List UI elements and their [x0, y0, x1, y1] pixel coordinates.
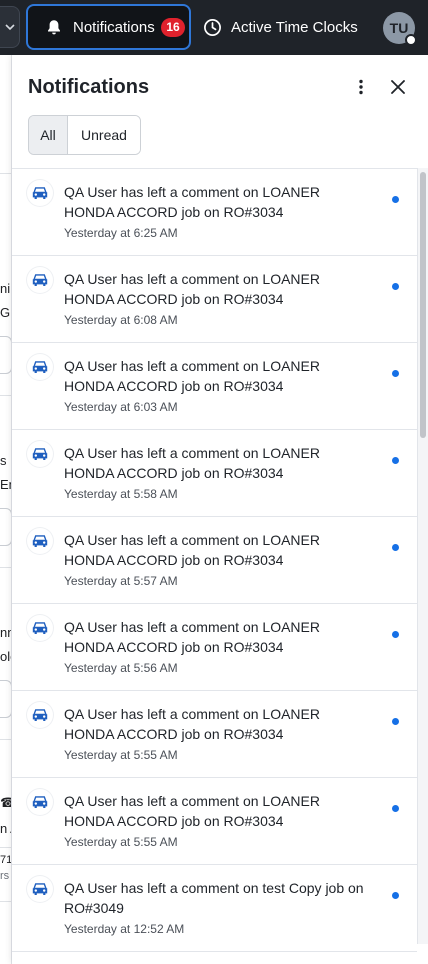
active-time-clocks-label: Active Time Clocks: [231, 18, 358, 36]
unread-indicator: [392, 718, 399, 725]
unread-indicator: [392, 631, 399, 638]
unread-indicator: [392, 457, 399, 464]
divider: [0, 739, 11, 740]
notification-item[interactable]: QA User has left a comment on LOANER HON…: [12, 256, 417, 343]
notification-item[interactable]: QA User has left a comment on LOANER HON…: [12, 778, 417, 865]
notification-time: Yesterday at 6:08 AM: [64, 313, 178, 327]
background-field: [0, 336, 11, 374]
car-icon: [27, 528, 53, 554]
notification-time: Yesterday at 12:52 AM: [64, 922, 185, 936]
car-icon: [27, 702, 53, 728]
background-field: [0, 680, 11, 718]
background-text: ole: [0, 649, 11, 664]
notification-time: Yesterday at 5:55 AM: [64, 748, 178, 762]
background-text: Em: [0, 477, 11, 492]
unread-indicator: [392, 544, 399, 551]
background-text: n A: [0, 821, 11, 836]
divider: [0, 173, 11, 174]
notification-filter: All Unread: [28, 115, 141, 155]
background-text: Gr: [0, 305, 11, 320]
notification-message: QA User has left a comment on LOANER HON…: [64, 271, 320, 307]
notification-item[interactable]: QA User has left a comment on LOANER HON…: [12, 169, 417, 256]
scrollbar[interactable]: [417, 168, 428, 944]
top-bar: Notifications 16 Active Time Clocks TU: [0, 0, 428, 55]
notification-item[interactable]: QA User has left a comment on LOANER HON…: [12, 430, 417, 517]
notifications-button[interactable]: Notifications 16: [26, 4, 191, 50]
background-page: nim Gr s Em nm ole ☎ n A 71 rs: [0, 55, 12, 964]
notification-item[interactable]: QA User has left a comment on LOANER HON…: [12, 691, 417, 778]
car-icon: [27, 441, 53, 467]
panel-title: Notifications: [28, 76, 150, 98]
car-icon: [27, 180, 53, 206]
close-icon: [391, 80, 405, 94]
background-text: s: [0, 453, 7, 468]
notification-time: Yesterday at 5:55 AM: [64, 835, 178, 849]
notification-item[interactable]: QA User has left a comment on LOANER HON…: [12, 604, 417, 691]
filter-unread-tab[interactable]: Unread: [68, 116, 140, 154]
unread-indicator: [392, 805, 399, 812]
phone-icon: ☎: [0, 795, 11, 811]
unread-indicator: [392, 370, 399, 377]
divider: [0, 847, 11, 848]
clock-icon: [204, 18, 221, 36]
background-text: nim: [0, 281, 11, 296]
notification-message: QA User has left a comment on LOANER HON…: [64, 358, 320, 394]
notification-message: QA User has left a comment on LOANER HON…: [64, 445, 320, 481]
notification-message: QA User has left a comment on LOANER HON…: [64, 532, 320, 568]
bell-icon: [48, 20, 60, 35]
more-options-button[interactable]: [351, 75, 371, 99]
notification-message: QA User has left a comment on LOANER HON…: [64, 706, 320, 742]
notification-time: Yesterday at 5:56 AM: [64, 661, 178, 675]
notification-message: QA User has left a comment on LOANER HON…: [64, 793, 320, 829]
background-text: 71: [0, 854, 12, 866]
notifications-panel: Notifications All Unread QA User has lef…: [12, 55, 428, 964]
avatar-initials: TU: [389, 20, 409, 36]
notifications-count-badge: 16: [161, 18, 185, 37]
divider: [0, 567, 11, 568]
active-time-clocks-button[interactable]: Active Time Clocks: [203, 12, 358, 42]
notification-item[interactable]: QA User has left a comment on LOANER HON…: [12, 517, 417, 604]
close-button[interactable]: [386, 75, 410, 99]
unread-indicator: [392, 283, 399, 290]
menu-dropdown-button[interactable]: [0, 6, 20, 48]
notification-item[interactable]: QA User has left a comment on test Copy …: [12, 865, 417, 952]
notification-time: Yesterday at 5:58 AM: [64, 487, 178, 501]
filter-all-tab[interactable]: All: [29, 116, 68, 154]
divider: [0, 395, 11, 396]
notification-item[interactable]: QA User has left a comment on LOANER HON…: [12, 343, 417, 430]
chevron-down-icon: [4, 24, 15, 31]
background-text: rs: [0, 870, 10, 882]
car-icon: [27, 267, 53, 293]
notification-time: Yesterday at 6:25 AM: [64, 226, 178, 240]
avatar-status-indicator: [405, 34, 417, 46]
notification-time: Yesterday at 5:57 AM: [64, 574, 178, 588]
car-icon: [27, 876, 53, 902]
notification-message: QA User has left a comment on test Copy …: [64, 880, 364, 916]
scrollbar-thumb[interactable]: [420, 172, 426, 438]
notification-message: QA User has left a comment on LOANER HON…: [64, 184, 320, 220]
notification-list: QA User has left a comment on LOANER HON…: [12, 168, 417, 964]
more-vertical-icon: [359, 79, 363, 95]
car-icon: [27, 354, 53, 380]
background-text: nm: [0, 625, 11, 640]
divider: [0, 901, 11, 902]
unread-indicator: [392, 196, 399, 203]
car-icon: [27, 789, 53, 815]
car-icon: [27, 615, 53, 641]
unread-indicator: [392, 892, 399, 899]
notifications-button-label: Notifications: [73, 19, 155, 36]
notification-message: QA User has left a comment on LOANER HON…: [64, 619, 320, 655]
notification-time: Yesterday at 6:03 AM: [64, 400, 178, 414]
background-field: [0, 508, 11, 546]
